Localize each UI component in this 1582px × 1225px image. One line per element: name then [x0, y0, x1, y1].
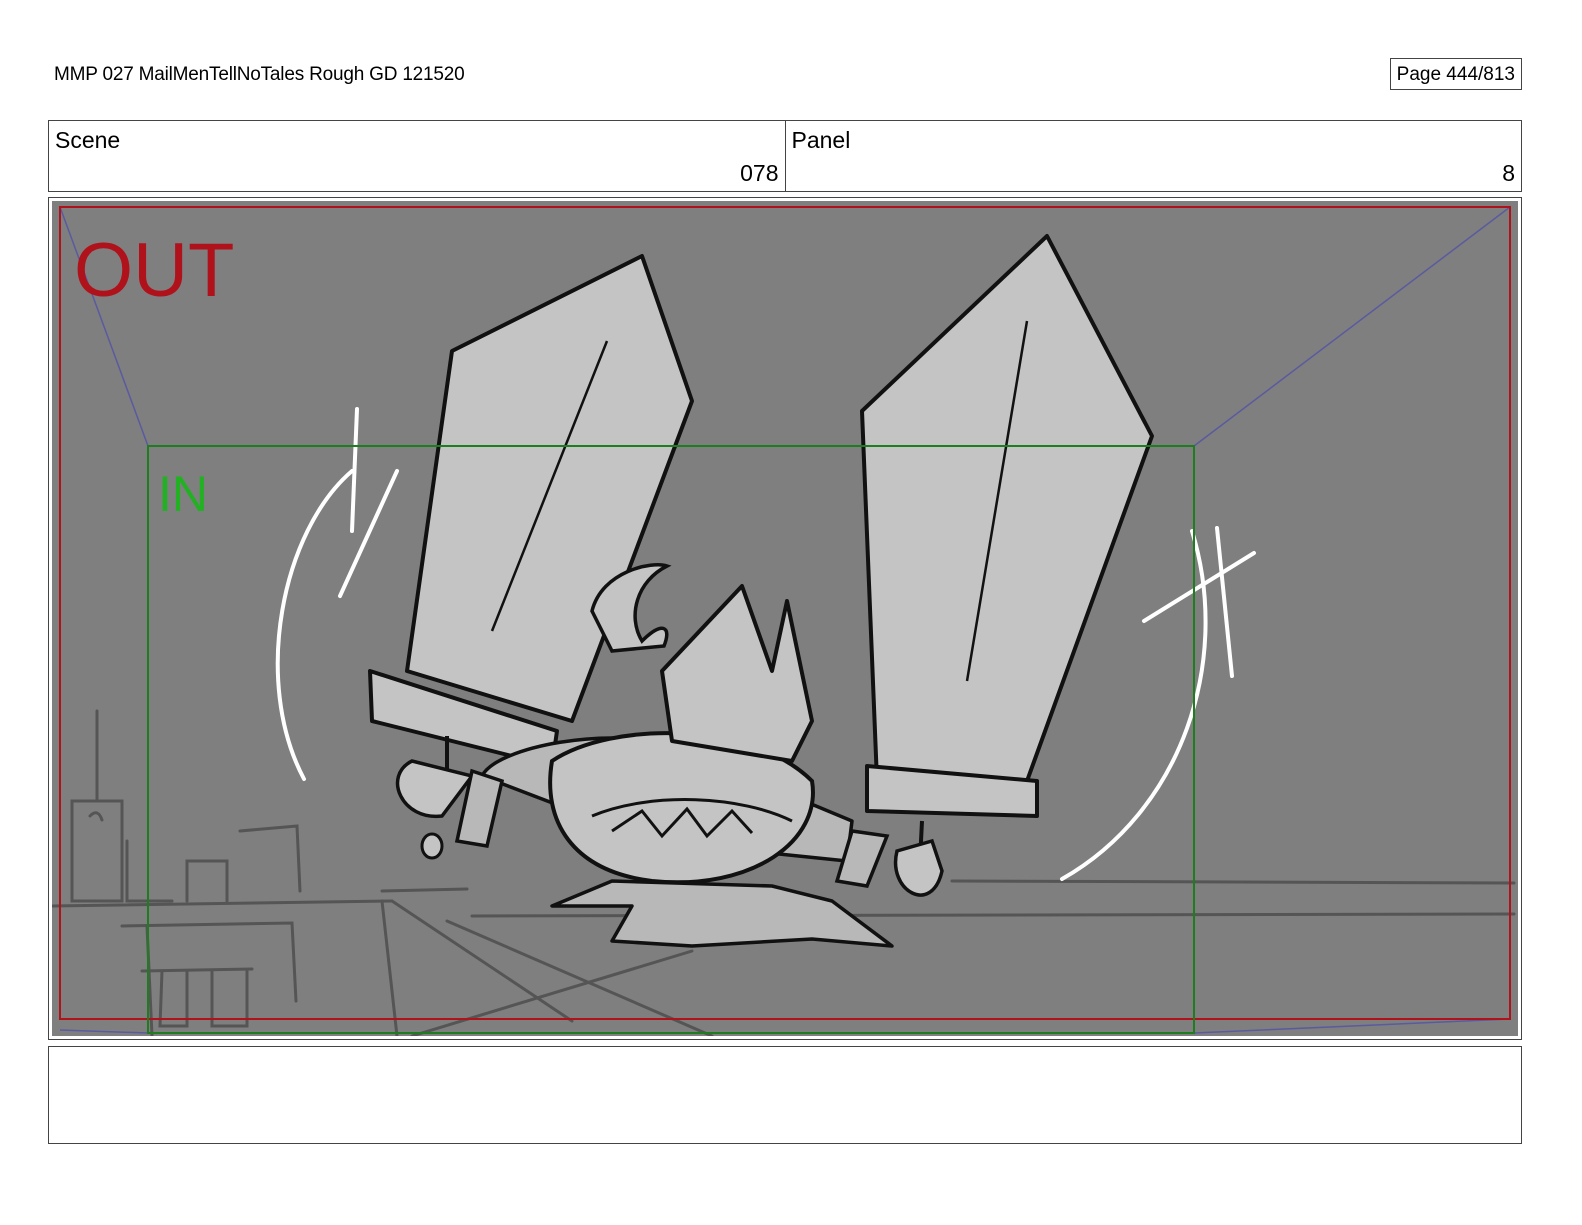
out-label: OUT	[74, 228, 234, 313]
page-number-box: Page 444/813	[1389, 58, 1522, 90]
document-title: MMP 027 MailMenTellNoTales Rough GD 1215…	[54, 64, 465, 85]
panel-label: Panel	[791, 127, 851, 153]
scene-cell: Scene 078	[49, 121, 785, 191]
in-label: IN	[158, 466, 208, 522]
panel-number: 8	[1502, 160, 1515, 186]
panel-cell: Panel 8	[784, 121, 1522, 191]
panel-notes-box[interactable]	[48, 1046, 1522, 1144]
storyboard-drawing: OUT IN	[52, 201, 1518, 1036]
storyboard-panel-frame: OUT IN	[48, 197, 1522, 1040]
scene-number: 078	[740, 160, 779, 186]
scene-panel-info-table: Scene 078 Panel 8	[48, 120, 1522, 192]
scene-label: Scene	[55, 127, 121, 153]
